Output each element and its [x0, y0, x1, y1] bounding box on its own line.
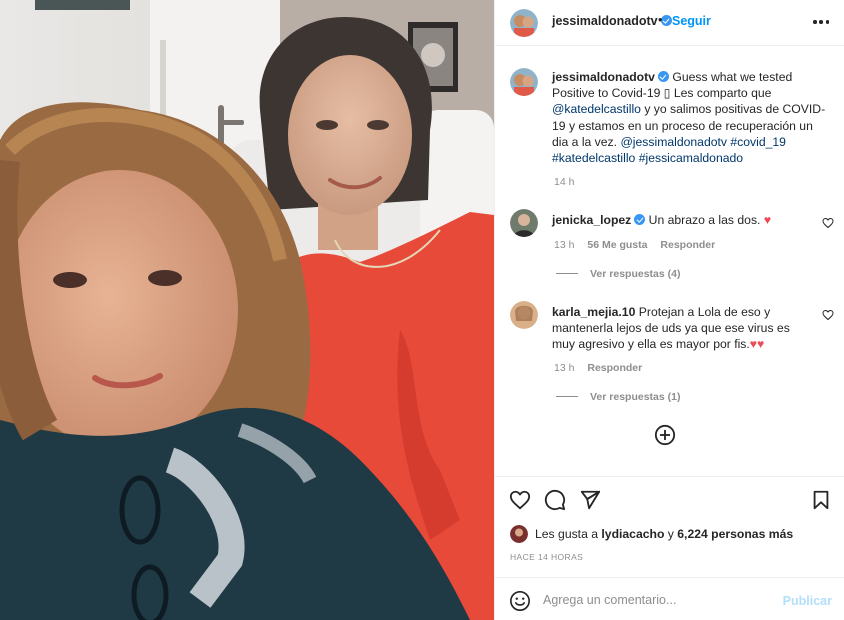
caption-text: jessimaldonadotv Guess what we tested Po… [552, 69, 830, 166]
hashtag-link[interactable]: #jessicamaldonado [639, 151, 743, 165]
verified-badge-icon [634, 214, 646, 225]
like-comment-heart-icon[interactable] [822, 309, 834, 321]
caption-timestamp[interactable]: 14 h [554, 176, 574, 188]
hashtag-link[interactable]: #katedelcastillo [552, 151, 635, 165]
comment-text: karla_mejia.10 Protejan a Lola de eso y … [552, 304, 807, 353]
comment-likes[interactable]: 56 Me gusta [587, 239, 647, 251]
comment-meta: 13 h Responder [554, 362, 652, 374]
liker-avatar[interactable] [510, 525, 528, 543]
likes-prefix: Les gusta a [535, 527, 599, 541]
post-timestamp[interactable]: HACE 14 HORAS [510, 552, 583, 562]
plus-circle-icon[interactable] [654, 424, 676, 446]
verified-badge-icon [657, 71, 669, 82]
replies-divider [556, 396, 578, 397]
like-comment-heart-icon[interactable] [822, 217, 834, 229]
separator-dot: • [658, 13, 663, 27]
heart-emoji: ♥ [763, 213, 772, 227]
author-username[interactable]: jessimaldonadotv [552, 14, 672, 28]
author-avatar[interactable] [510, 9, 538, 37]
comment-time[interactable]: 13 h [554, 362, 574, 374]
reply-button[interactable]: Responder [660, 239, 715, 251]
post-photo[interactable] [0, 0, 494, 620]
view-replies-button[interactable]: Ver respuestas (4) [556, 268, 680, 280]
caption-avatar[interactable] [510, 68, 538, 96]
comment-text: jenicka_lopez Un abrazo a las dos. ♥ [552, 212, 807, 228]
comment-time[interactable]: 13 h [554, 239, 574, 251]
caption-username[interactable]: jessimaldonadotv [552, 70, 669, 84]
commenter-avatar[interactable] [510, 209, 538, 237]
comment-input[interactable] [543, 588, 763, 612]
commenter-username[interactable]: karla_mejia.10 [552, 305, 635, 319]
bookmark-icon[interactable] [810, 489, 832, 511]
heart-icon[interactable] [509, 489, 531, 511]
selfie-image [0, 0, 494, 620]
share-icon[interactable] [579, 489, 601, 511]
post-side-panel: jessimaldonadotv • Seguir jessimaldonado… [494, 0, 844, 620]
follow-button[interactable]: Seguir [672, 14, 711, 28]
post-actions: Les gusta a lydiacacho y 6,224 personas … [495, 476, 844, 620]
comment-meta: 13 h 56 Me gusta Responder [554, 239, 725, 251]
comment-body: Un abrazo a las dos. [648, 213, 761, 227]
publish-button[interactable]: Publicar [783, 594, 832, 608]
heart-emoji: ♥♥ [749, 337, 765, 352]
instagram-post-modal: jessimaldonadotv • Seguir jessimaldonado… [0, 0, 844, 620]
emoji-icon[interactable] [509, 590, 531, 612]
add-comment-bar: Publicar [495, 577, 844, 620]
hashtag-link[interactable]: #covid_19 [730, 135, 786, 149]
comment-icon[interactable] [544, 489, 566, 511]
mention-link[interactable]: @jessimaldonadotv [620, 135, 727, 149]
commenter-username[interactable]: jenicka_lopez [552, 213, 646, 227]
commenter-avatar[interactable] [510, 301, 538, 329]
post-header: jessimaldonadotv • Seguir [495, 0, 844, 46]
likes-count[interactable]: 6,224 personas más [677, 527, 793, 541]
likes-summary: Les gusta a lydiacacho y 6,224 personas … [510, 525, 793, 543]
reply-button[interactable]: Responder [587, 362, 642, 374]
liker-username[interactable]: lydiacacho [601, 527, 664, 541]
replies-divider [556, 273, 578, 274]
more-horizontal-icon[interactable] [813, 20, 829, 24]
mention-link[interactable]: @katedelcastillo [552, 102, 641, 116]
view-replies-button[interactable]: Ver respuestas (1) [556, 391, 680, 403]
likes-middle: y [667, 527, 674, 541]
